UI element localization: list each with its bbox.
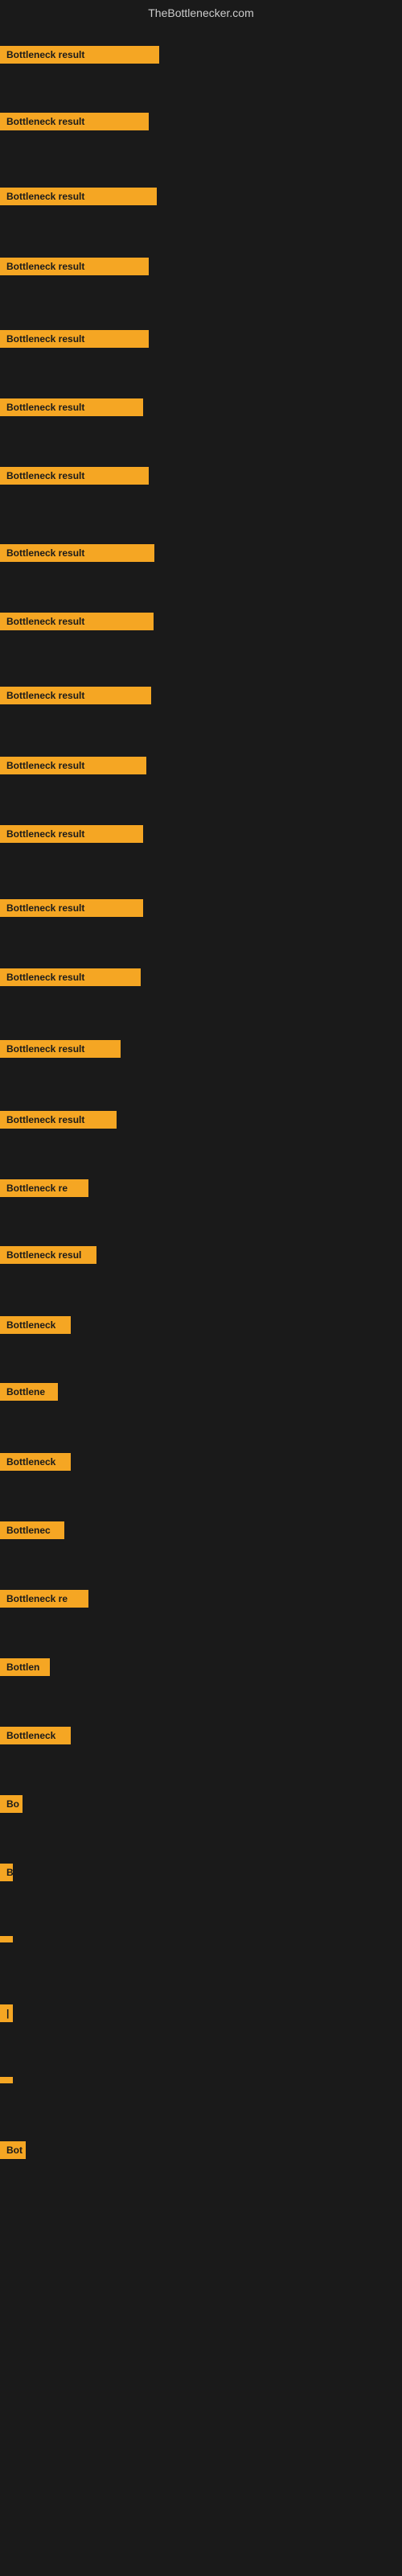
bottleneck-item-15[interactable]: Bottleneck result [0, 1040, 121, 1062]
bottleneck-label-25: Bottleneck [0, 1727, 71, 1744]
bottleneck-item-18[interactable]: Bottleneck resul [0, 1246, 96, 1268]
bottleneck-label-15: Bottleneck result [0, 1040, 121, 1058]
bottleneck-item-4[interactable]: Bottleneck result [0, 258, 149, 279]
bottleneck-label-31: Bot [0, 2141, 26, 2159]
bottleneck-item-29[interactable]: | [0, 2004, 13, 2026]
bottleneck-label-17: Bottleneck re [0, 1179, 88, 1197]
bottleneck-label-7: Bottleneck result [0, 467, 149, 485]
site-header: TheBottlenecker.com [0, 0, 402, 23]
bottleneck-label-19: Bottleneck [0, 1316, 71, 1334]
bottleneck-item-2[interactable]: Bottleneck result [0, 113, 149, 134]
bottleneck-item-5[interactable]: Bottleneck result [0, 330, 149, 352]
bottleneck-item-8[interactable]: Bottleneck result [0, 544, 154, 566]
bottleneck-label-21: Bottleneck [0, 1453, 71, 1471]
bottleneck-label-23: Bottleneck re [0, 1590, 88, 1608]
bottleneck-item-23[interactable]: Bottleneck re [0, 1590, 88, 1612]
bottleneck-item-27[interactable]: B [0, 1864, 13, 1885]
bottleneck-label-13: Bottleneck result [0, 899, 143, 917]
bottleneck-label-2: Bottleneck result [0, 113, 149, 130]
bottleneck-label-11: Bottleneck result [0, 757, 146, 774]
bottleneck-label-6: Bottleneck result [0, 398, 143, 416]
bottleneck-item-12[interactable]: Bottleneck result [0, 825, 143, 847]
bottleneck-label-9: Bottleneck result [0, 613, 154, 630]
bottleneck-item-31[interactable]: Bot [0, 2141, 26, 2163]
bottleneck-label-20: Bottlene [0, 1383, 58, 1401]
bottleneck-item-7[interactable]: Bottleneck result [0, 467, 149, 489]
bottleneck-item-22[interactable]: Bottlenec [0, 1521, 64, 1543]
bottleneck-item-14[interactable]: Bottleneck result [0, 968, 141, 990]
bottleneck-label-8: Bottleneck result [0, 544, 154, 562]
bottleneck-label-29: | [0, 2004, 13, 2022]
bottleneck-item-28[interactable] [0, 1932, 13, 1946]
bottleneck-item-9[interactable]: Bottleneck result [0, 613, 154, 634]
bottleneck-label-12: Bottleneck result [0, 825, 143, 843]
bottleneck-item-1[interactable]: Bottleneck result [0, 46, 159, 68]
bottleneck-item-17[interactable]: Bottleneck re [0, 1179, 88, 1201]
bottleneck-item-3[interactable]: Bottleneck result [0, 188, 157, 209]
bottleneck-label-26: Bo [0, 1795, 23, 1813]
bottleneck-item-20[interactable]: Bottlene [0, 1383, 58, 1405]
bottleneck-item-6[interactable]: Bottleneck result [0, 398, 143, 420]
bottleneck-item-26[interactable]: Bo [0, 1795, 23, 1817]
bottleneck-item-19[interactable]: Bottleneck [0, 1316, 71, 1338]
bottleneck-label-1: Bottleneck result [0, 46, 159, 64]
bottleneck-label-24: Bottlen [0, 1658, 50, 1676]
bottleneck-label-27: B [0, 1864, 13, 1881]
bottleneck-item-25[interactable]: Bottleneck [0, 1727, 71, 1748]
bottleneck-label-4: Bottleneck result [0, 258, 149, 275]
bottleneck-label-14: Bottleneck result [0, 968, 141, 986]
bottleneck-label-16: Bottleneck result [0, 1111, 117, 1129]
bottleneck-label-3: Bottleneck result [0, 188, 157, 205]
bottleneck-item-10[interactable]: Bottleneck result [0, 687, 151, 708]
bottleneck-label-5: Bottleneck result [0, 330, 149, 348]
bottleneck-item-30[interactable] [0, 2073, 13, 2087]
bottleneck-label-10: Bottleneck result [0, 687, 151, 704]
bottleneck-item-13[interactable]: Bottleneck result [0, 899, 143, 921]
bottleneck-label-28 [0, 1936, 13, 1942]
bottleneck-item-16[interactable]: Bottleneck result [0, 1111, 117, 1133]
bottleneck-item-24[interactable]: Bottlen [0, 1658, 50, 1680]
bottleneck-label-18: Bottleneck resul [0, 1246, 96, 1264]
bottleneck-label-22: Bottlenec [0, 1521, 64, 1539]
bottleneck-item-21[interactable]: Bottleneck [0, 1453, 71, 1475]
bottleneck-label-30 [0, 2077, 13, 2083]
bottleneck-item-11[interactable]: Bottleneck result [0, 757, 146, 778]
